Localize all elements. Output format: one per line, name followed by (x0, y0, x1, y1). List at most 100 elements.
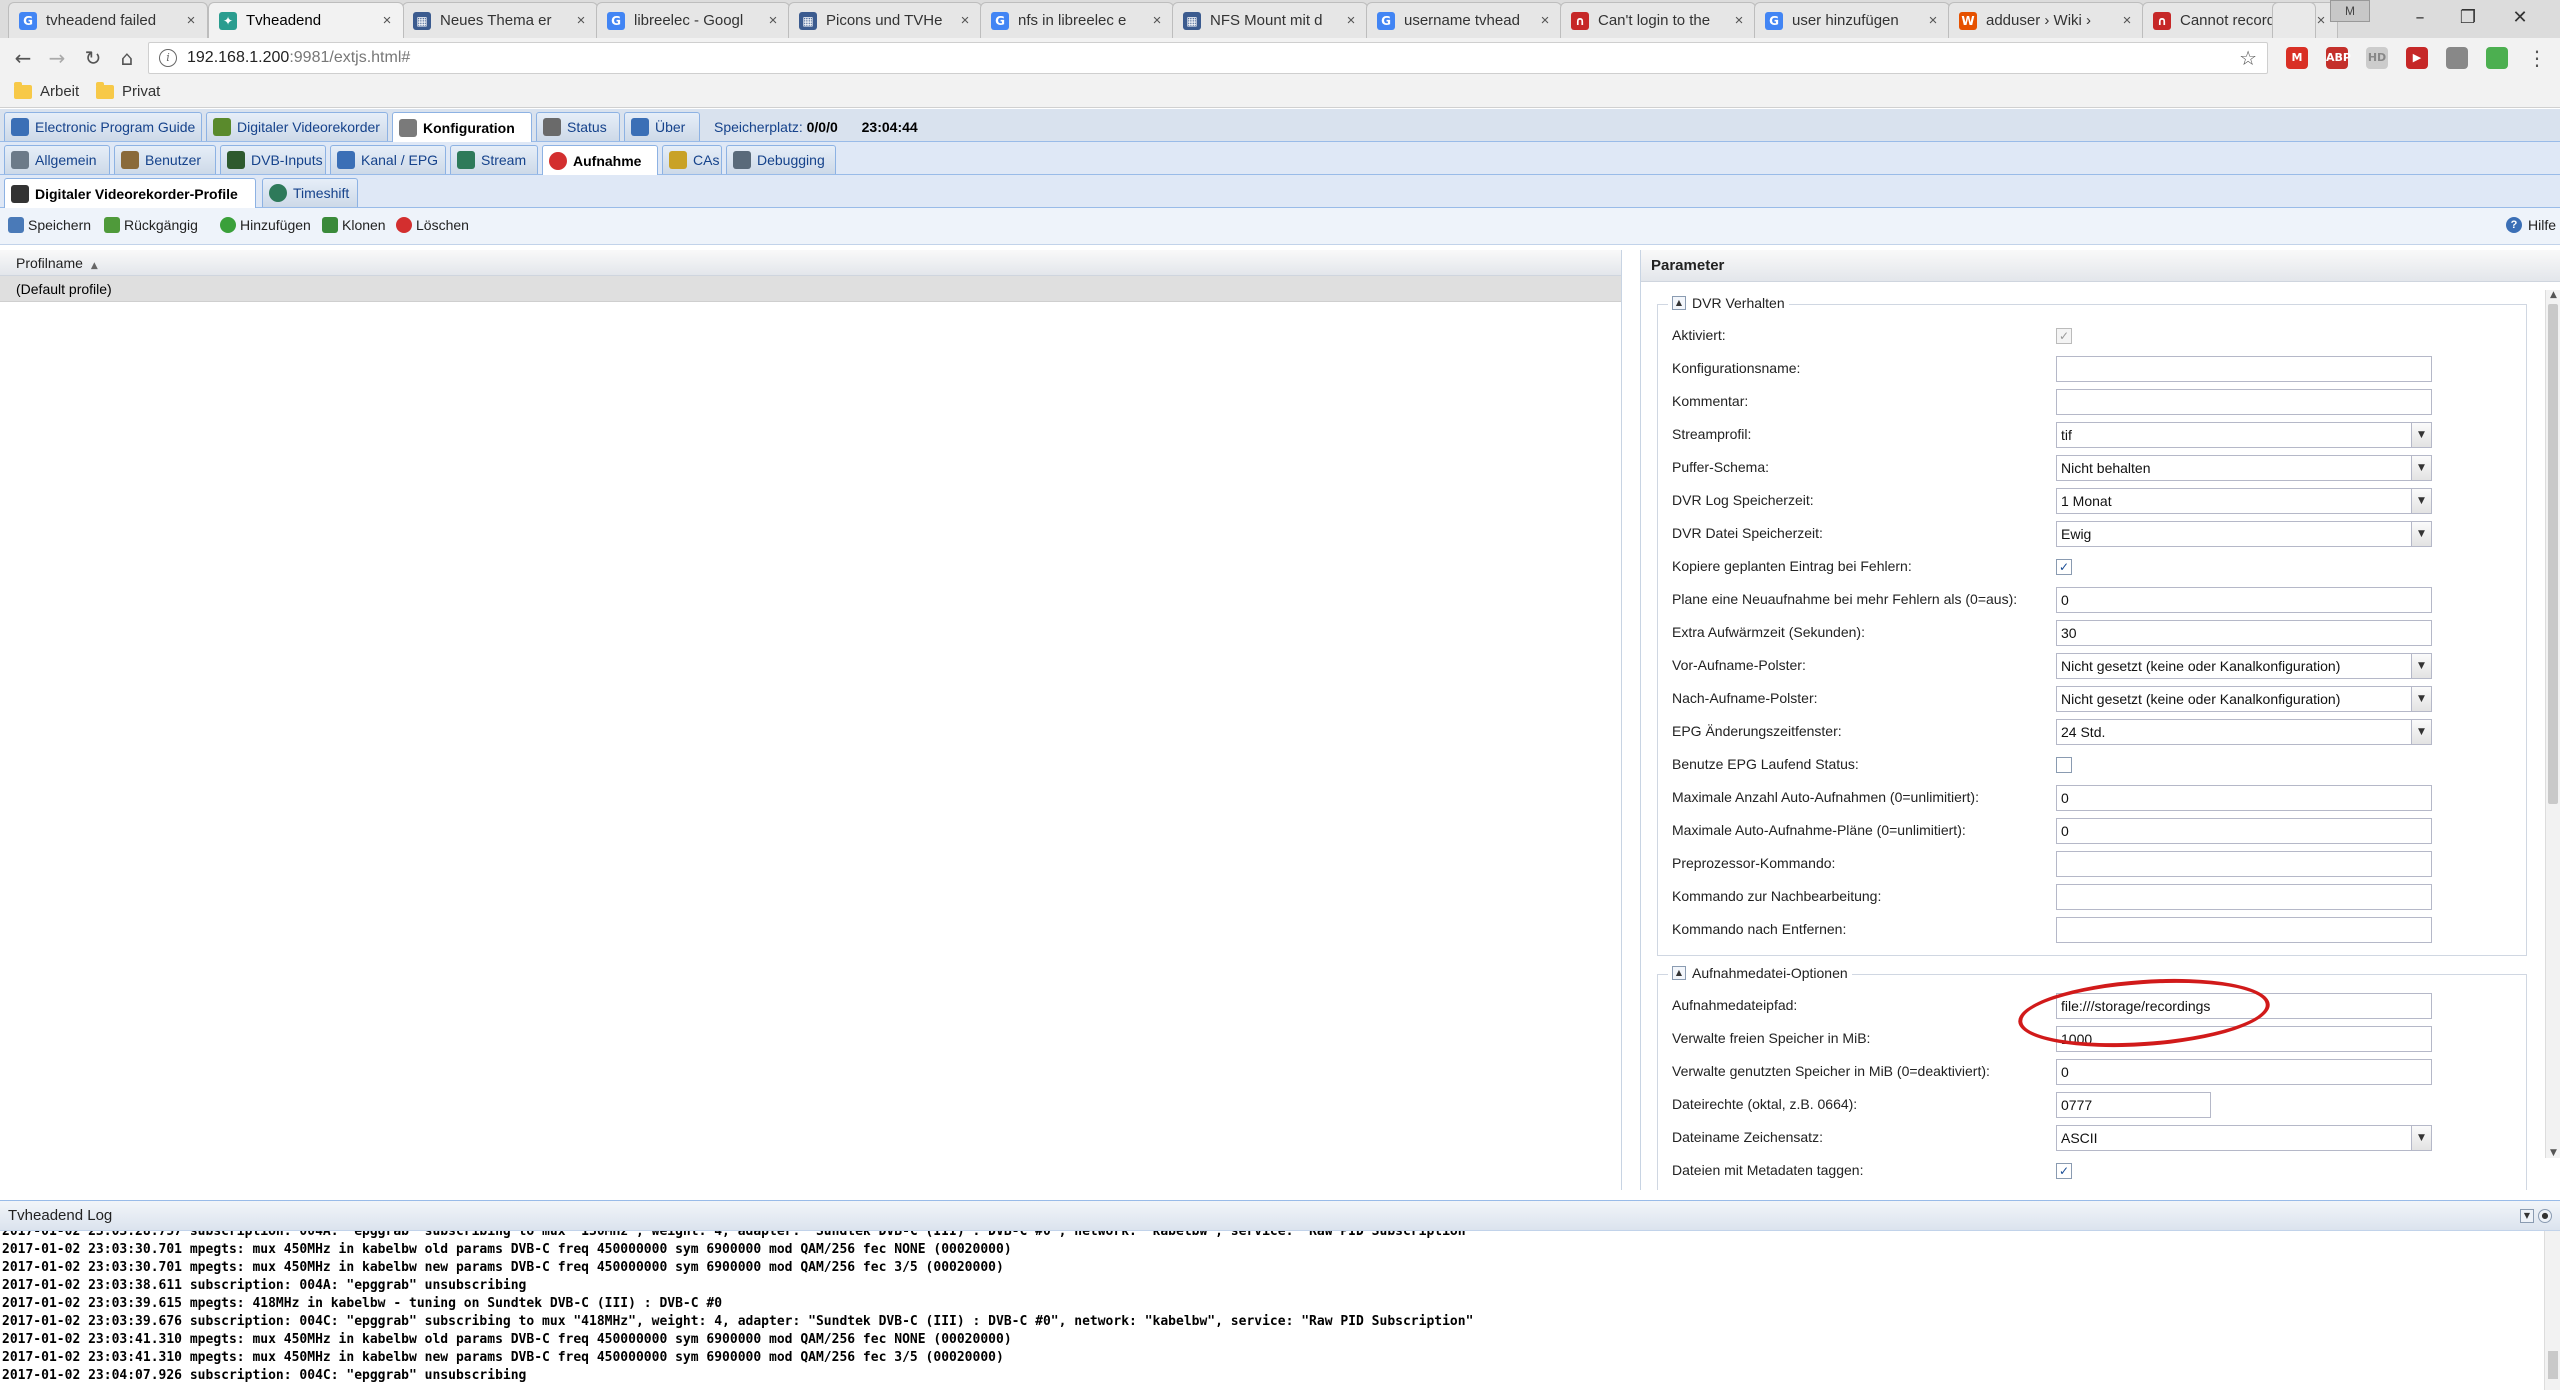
verwalte-freien-speicher-in-mib-field[interactable] (2056, 1026, 2432, 1052)
dvr-log-speicherzeit-select[interactable]: 1 Monat ▼ (2056, 488, 2432, 514)
epg-änderungszeitfenster-select[interactable]: 24 Std. ▼ (2056, 719, 2432, 745)
bookmark-folder-privat[interactable]: Privat (96, 81, 160, 100)
sub-tab-timeshift[interactable]: Timeshift (262, 178, 358, 207)
hd-icon[interactable]: HD (2366, 47, 2388, 69)
main-tab-dvr[interactable]: Digitaler Videorekorder (206, 112, 388, 141)
dropdown-arrow-icon[interactable]: ▼ (2411, 687, 2431, 711)
adblock-icon[interactable]: ABP (2326, 47, 2351, 69)
clone-button[interactable]: Klonen (322, 217, 386, 233)
reload-icon[interactable]: ↻ (78, 44, 108, 72)
dropdown-arrow-icon[interactable]: ▼ (2411, 423, 2431, 447)
kopiere-geplanten-eintrag-bei-fehlern-checkbox[interactable]: ✓ (2056, 559, 2072, 575)
back-icon[interactable]: ← (8, 44, 38, 72)
scroll-up-icon[interactable]: ▲ (2546, 290, 2560, 300)
puzzle-icon[interactable] (2446, 47, 2468, 69)
dropdown-arrow-icon[interactable]: ▼ (2411, 489, 2431, 513)
config-tab-record-red[interactable]: Aufnahme (542, 145, 658, 175)
dropdown-arrow-icon[interactable]: ▼ (2411, 522, 2431, 546)
close-window-icon[interactable]: ✕ (2500, 4, 2540, 32)
log-scrollbar[interactable] (2544, 1231, 2560, 1390)
aufnahmedateipfad-field[interactable] (2056, 993, 2432, 1019)
close-tab-icon[interactable]: × (379, 12, 395, 29)
dateirechte-oktal-z-b-0664-field[interactable] (2056, 1092, 2211, 1118)
kommando-zur-nachbearbeitung-field[interactable] (2056, 884, 2432, 910)
extra-aufwärmzeit-sekunden-field[interactable] (2056, 620, 2432, 646)
collapse-icon[interactable]: ▲ (1672, 966, 1686, 980)
vor-aufname-polster-select[interactable]: Nicht gesetzt (keine oder Kanalkonfigura… (2056, 653, 2432, 679)
verwalte-genutzten-speicher-in-mib-0-dea-field[interactable] (2056, 1059, 2432, 1085)
log-settings-icon[interactable]: ● (2538, 1209, 2552, 1223)
close-tab-icon[interactable]: × (1731, 12, 1747, 29)
browser-tab[interactable]: ▦ Neues Thema er × (402, 2, 598, 38)
kommando-nach-entfernen-field[interactable] (2056, 917, 2432, 943)
menu-icon[interactable]: ⋮ (2522, 44, 2552, 72)
browser-tab[interactable]: Gnfs in libreelec e × (980, 2, 1174, 38)
main-tab-epg[interactable]: Electronic Program Guide (4, 112, 202, 141)
config-tab-channel[interactable]: Kanal / EPG (330, 145, 446, 174)
close-tab-icon[interactable]: × (957, 12, 973, 29)
save-button[interactable]: Speichern (8, 217, 91, 233)
close-tab-icon[interactable]: × (573, 12, 589, 29)
scroll-down-icon[interactable]: ▼ (2546, 1148, 2560, 1158)
browser-tab[interactable]: ✦ Tvheadend × (208, 2, 404, 38)
forward-icon[interactable]: → (42, 44, 72, 72)
main-tab-info[interactable]: Über (624, 112, 700, 141)
collapse-icon[interactable]: ▲ (1672, 296, 1686, 310)
dropdown-arrow-icon[interactable]: ▼ (2411, 654, 2431, 678)
plane-eine-neuaufnahme-bei-mehr-fehlern--field[interactable] (2056, 587, 2432, 613)
close-tab-icon[interactable]: × (1149, 12, 1165, 29)
delete-button[interactable]: Löschen (396, 217, 469, 233)
browser-tab[interactable]: Glibreelec - Googl × (596, 2, 790, 38)
maximale-auto-aufnahme-pläne-0-unlimitie-field[interactable] (2056, 818, 2432, 844)
dvr-datei-speicherzeit-select[interactable]: Ewig ▼ (2056, 521, 2432, 547)
site-info-icon[interactable]: i (159, 49, 177, 67)
scroll-thumb[interactable] (2548, 1351, 2558, 1379)
record-icon[interactable]: ▶ (2406, 47, 2428, 69)
maximize-icon[interactable]: ❐ (2448, 4, 2488, 32)
dropdown-arrow-icon[interactable]: ▼ (2411, 1126, 2431, 1150)
home-icon[interactable]: ⌂ (112, 44, 142, 72)
close-tab-icon[interactable]: × (765, 12, 781, 29)
fieldset-legend[interactable]: ▲ DVR Verhalten (1668, 295, 1789, 311)
config-tab-debug[interactable]: Debugging (726, 145, 836, 174)
gmail-icon[interactable]: M (2286, 47, 2308, 69)
streamprofil-select[interactable]: tif ▼ (2056, 422, 2432, 448)
close-tab-icon[interactable]: × (1925, 12, 1941, 29)
close-tab-icon[interactable]: × (1537, 12, 1553, 29)
preprozessor-kommando-field[interactable] (2056, 851, 2432, 877)
browser-tab[interactable]: ▦ Picons und TVHe × (788, 2, 982, 38)
collapse-log-icon[interactable]: ▼ (2520, 1209, 2534, 1223)
fieldset-legend[interactable]: ▲ Aufnahmedatei-Optionen (1668, 965, 1852, 981)
dropdown-arrow-icon[interactable]: ▼ (2411, 720, 2431, 744)
config-tab-key[interactable]: CAs (662, 145, 722, 174)
add-button[interactable]: Hinzufügen (220, 217, 311, 233)
benutze-epg-laufend-status-checkbox[interactable] (2056, 757, 2072, 773)
browser-tab[interactable]: ∩ Can't login to the × (1560, 2, 1756, 38)
config-tab-tv[interactable]: DVB-Inputs (220, 145, 326, 174)
sub-tab-dvr-profile[interactable]: Digitaler Videorekorder-Profile (4, 178, 256, 208)
browser-tab[interactable]: ▦ NFS Mount mit d × (1172, 2, 1368, 38)
scroll-thumb[interactable] (2548, 304, 2558, 804)
config-tab-tools[interactable]: Allgemein (4, 145, 110, 174)
maximale-anzahl-auto-aufnahmen-0-unlimit-field[interactable] (2056, 785, 2432, 811)
address-bar[interactable]: i 192.168.1.200:9981/extjs.html# ☆ (148, 42, 2268, 74)
browser-tab[interactable]: Gusername tvhead × (1366, 2, 1562, 38)
browser-tab[interactable]: Gtvheadend failed × (8, 2, 208, 38)
dateiname-zeichensatz-select[interactable]: ASCII ▼ (2056, 1125, 2432, 1151)
browser-tab[interactable]: Guser hinzufügen × (1754, 2, 1950, 38)
main-tab-wrench[interactable]: Konfiguration (392, 112, 532, 142)
new-tab-button[interactable] (2272, 2, 2316, 38)
parameter-scrollbar[interactable]: ▲ ▼ (2545, 290, 2560, 1158)
close-tab-icon[interactable]: × (183, 12, 199, 29)
dateien-mit-metadaten-taggen-checkbox[interactable]: ✓ (2056, 1163, 2072, 1179)
satellite-icon[interactable] (2486, 47, 2508, 69)
help-button[interactable]: ? Hilfe (2506, 217, 2556, 233)
profile-badge[interactable]: M (2330, 0, 2370, 22)
bookmark-star-icon[interactable]: ☆ (2239, 46, 2257, 70)
close-tab-icon[interactable]: × (1343, 12, 1359, 29)
dropdown-arrow-icon[interactable]: ▼ (2411, 456, 2431, 480)
config-tab-stream[interactable]: Stream (450, 145, 538, 174)
browser-tab[interactable]: Wadduser › Wiki › × (1948, 2, 2144, 38)
grid-column-header[interactable]: Profilname ▲ (0, 250, 1621, 276)
nach-aufname-polster-select[interactable]: Nicht gesetzt (keine oder Kanalkonfigura… (2056, 686, 2432, 712)
